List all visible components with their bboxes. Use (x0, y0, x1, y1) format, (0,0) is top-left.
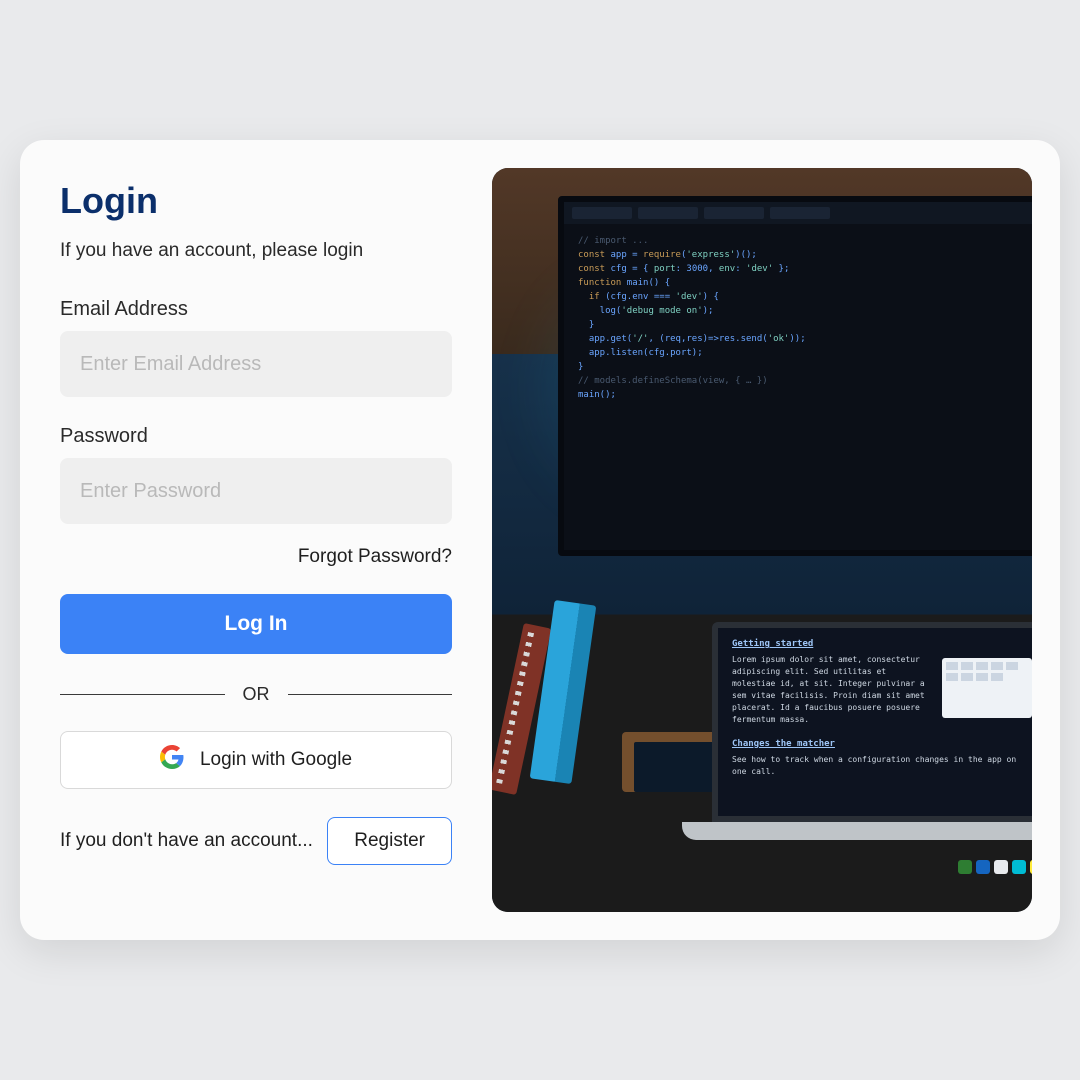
divider-line (288, 694, 453, 695)
email-field[interactable] (60, 331, 452, 397)
register-row: If you don't have an account... Register (60, 817, 452, 865)
monitor-icon: // import ... const app = require('expre… (558, 196, 1032, 556)
login-form: Login If you have an account, please log… (48, 168, 464, 912)
login-button[interactable]: Log In (60, 594, 452, 654)
email-label: Email Address (60, 298, 452, 321)
password-field[interactable] (60, 458, 452, 524)
password-label: Password (60, 425, 452, 448)
login-card: Login If you have an account, please log… (20, 140, 1060, 940)
login-with-google-button[interactable]: Login with Google (60, 731, 452, 789)
page-title: Login (60, 180, 452, 222)
laptop-icon: Getting started Lorem ipsum dolor sit am… (712, 622, 1032, 882)
register-button[interactable]: Register (327, 817, 452, 865)
google-button-label: Login with Google (200, 749, 352, 771)
google-icon (160, 745, 184, 775)
divider-label: OR (243, 684, 270, 705)
or-divider: OR (60, 684, 452, 705)
divider-line (60, 694, 225, 695)
register-prompt: If you don't have an account... (60, 830, 313, 852)
forgot-password-link[interactable]: Forgot Password? (298, 546, 452, 568)
page-subtitle: If you have an account, please login (60, 240, 452, 262)
hero-image: // import ... const app = require('expre… (492, 168, 1032, 912)
